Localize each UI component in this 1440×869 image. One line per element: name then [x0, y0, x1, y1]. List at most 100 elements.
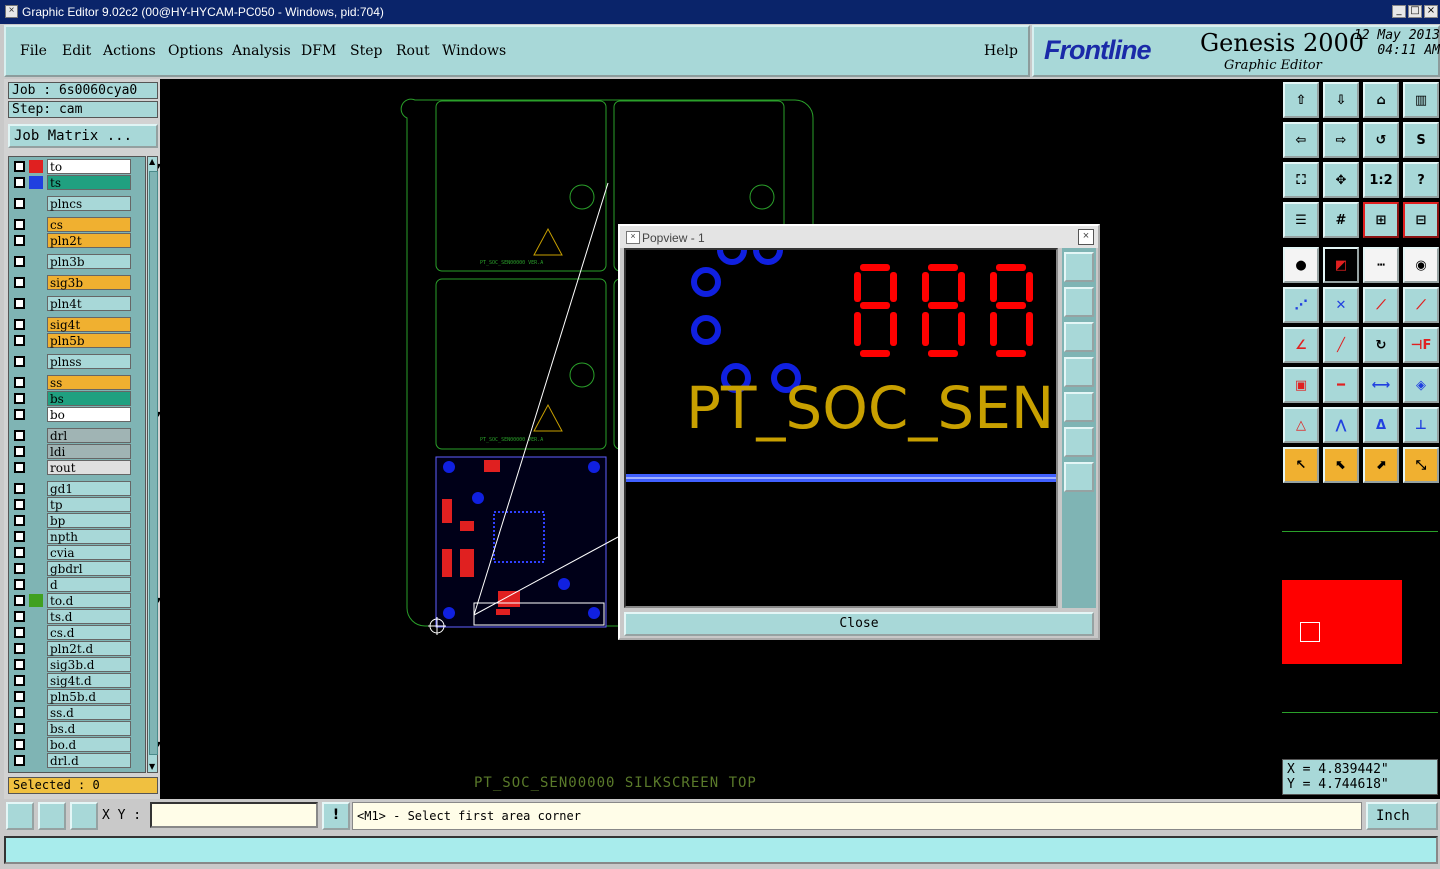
layer-name[interactable]: pln2t: [47, 233, 131, 248]
vertex-icon[interactable]: ⋀: [1323, 407, 1359, 443]
layer-scrollbar[interactable]: ▲ ▼: [147, 156, 158, 773]
menu-actions[interactable]: Actions: [103, 43, 156, 59]
select-polygon-icon[interactable]: ⬈: [1363, 447, 1399, 483]
scroll-up-icon[interactable]: ▲: [149, 158, 156, 166]
menu-file[interactable]: File: [20, 43, 47, 59]
layer-display-icon[interactable]: ⊞: [1363, 202, 1399, 238]
layer-checkbox[interactable]: [14, 377, 25, 388]
layer-name[interactable]: sig3b: [47, 275, 131, 290]
shapes-icon[interactable]: ◈: [1403, 367, 1439, 403]
layer-name[interactable]: pln3b: [47, 254, 131, 269]
pan-left-icon[interactable]: ⇦: [1283, 122, 1319, 158]
snap-icon[interactable]: ●: [1283, 247, 1319, 283]
layer-row-gd1[interactable]: gd1: [9, 481, 145, 496]
layer-name[interactable]: sig3b.d: [47, 657, 131, 672]
layer-row-plncs[interactable]: plncs: [9, 196, 145, 211]
minimize-button[interactable]: _: [1392, 5, 1406, 18]
layer-checkbox[interactable]: [14, 356, 25, 367]
layer-checkbox[interactable]: [14, 547, 25, 558]
layer-checkbox[interactable]: [14, 319, 25, 330]
layer-name[interactable]: bp: [47, 513, 131, 528]
layer-checkbox[interactable]: [14, 691, 25, 702]
menu-rout[interactable]: Rout: [396, 43, 430, 59]
rotate-view-icon[interactable]: ↺: [1363, 122, 1399, 158]
fit-screen-icon[interactable]: ⛶: [1283, 162, 1319, 198]
overview-viewport[interactable]: [1300, 622, 1320, 642]
layer-name[interactable]: cs: [47, 217, 131, 232]
layer-row-pln2t-d[interactable]: pln2t.d: [9, 641, 145, 656]
layer-checkbox[interactable]: [14, 739, 25, 750]
menu-windows[interactable]: Windows: [442, 43, 506, 59]
ruler-icon[interactable]: ┅: [1363, 247, 1399, 283]
layer-row-ts-d[interactable]: ts.d: [9, 609, 145, 624]
pop-fit-icon[interactable]: [1064, 427, 1094, 457]
select-pointer-icon[interactable]: ↖: [1283, 447, 1319, 483]
pan-right-icon[interactable]: ⇨: [1323, 122, 1359, 158]
grid-icon[interactable]: #: [1323, 202, 1359, 238]
pop-pan-up-icon[interactable]: [1064, 287, 1094, 317]
select-net-icon[interactable]: ⤡: [1403, 447, 1439, 483]
layer-name[interactable]: sig4t: [47, 317, 131, 332]
layer-row-bo[interactable]: bo ▾: [9, 407, 161, 422]
layer-row-pln4t[interactable]: pln4t: [9, 296, 145, 311]
xy-input[interactable]: [150, 802, 318, 828]
layer-checkbox[interactable]: [14, 531, 25, 542]
menu-edit[interactable]: Edit: [62, 43, 91, 59]
layer-checkbox[interactable]: [14, 298, 25, 309]
layer-checkbox[interactable]: [14, 161, 25, 172]
peak-icon[interactable]: Δ: [1363, 407, 1399, 443]
layer-checkbox[interactable]: [14, 579, 25, 590]
layer-checkbox[interactable]: [14, 627, 25, 638]
layer-row-plnss[interactable]: plnss: [9, 354, 145, 369]
overview-map[interactable]: [1282, 531, 1438, 713]
line-pad-icon[interactable]: ⟋: [1363, 287, 1399, 323]
layer-checkbox[interactable]: [14, 335, 25, 346]
layer-checkbox[interactable]: [14, 198, 25, 209]
feature-icon[interactable]: ⊣F: [1403, 327, 1439, 363]
query-icon[interactable]: ?: [1403, 162, 1439, 198]
layer-row-bo-d[interactable]: bo.d ▾: [9, 737, 161, 752]
layer-row-tp[interactable]: tp: [9, 497, 145, 512]
angle-icon[interactable]: ∠: [1283, 327, 1319, 363]
layer-name[interactable]: npth: [47, 529, 131, 544]
measure-settings-icon[interactable]: ☰: [1283, 202, 1319, 238]
info-icon[interactable]: !: [322, 802, 350, 830]
layer-checkbox[interactable]: [14, 675, 25, 686]
split-view-icon[interactable]: ▥: [1403, 82, 1439, 118]
layer-row-pln2t[interactable]: pln2t: [9, 233, 145, 248]
move-pad-icon[interactable]: ▣: [1283, 367, 1319, 403]
unit-selector[interactable]: Inch: [1366, 802, 1438, 830]
layer-checkbox[interactable]: [14, 430, 25, 441]
horizontal-line-icon[interactable]: ━: [1323, 367, 1359, 403]
layer-checkbox[interactable]: [14, 755, 25, 766]
layer-name[interactable]: drl: [47, 428, 131, 443]
layer-name[interactable]: bs: [47, 391, 131, 406]
menu-help[interactable]: Help: [984, 43, 1018, 59]
fit-profile-icon[interactable]: ✥: [1323, 162, 1359, 198]
pop-pan-down-icon[interactable]: [1064, 322, 1094, 352]
layer-row-sig3b[interactable]: sig3b: [9, 275, 145, 290]
layer-row-gbdrl[interactable]: gbdrl: [9, 561, 145, 576]
grid-mode-icon[interactable]: [70, 802, 98, 830]
triangle-icon[interactable]: △: [1283, 407, 1319, 443]
layer-row-cvia[interactable]: cvia: [9, 545, 145, 560]
layer-name[interactable]: gd1: [47, 481, 131, 496]
layer-name[interactable]: ldi: [47, 444, 131, 459]
arc-icon[interactable]: ↻: [1363, 327, 1399, 363]
layer-checkbox[interactable]: [14, 643, 25, 654]
layer-checkbox[interactable]: [14, 219, 25, 230]
layer-checkbox[interactable]: [14, 515, 25, 526]
layer-checkbox[interactable]: [14, 277, 25, 288]
layer-checkbox[interactable]: [14, 659, 25, 670]
scale-1-2-icon[interactable]: 1:2: [1363, 162, 1399, 198]
layer-name[interactable]: ts: [47, 175, 131, 190]
snap-mode-icon[interactable]: [6, 802, 34, 830]
layer-checkbox[interactable]: [14, 235, 25, 246]
layer-checkbox[interactable]: [14, 563, 25, 574]
layer-name[interactable]: gbdrl: [47, 561, 131, 576]
color-select-icon[interactable]: ◩: [1323, 247, 1359, 283]
layer-name[interactable]: plncs: [47, 196, 131, 211]
home-view-icon[interactable]: ⌂: [1363, 82, 1399, 118]
layer-row-bs[interactable]: bs: [9, 391, 145, 406]
layer-name[interactable]: ss: [47, 375, 131, 390]
